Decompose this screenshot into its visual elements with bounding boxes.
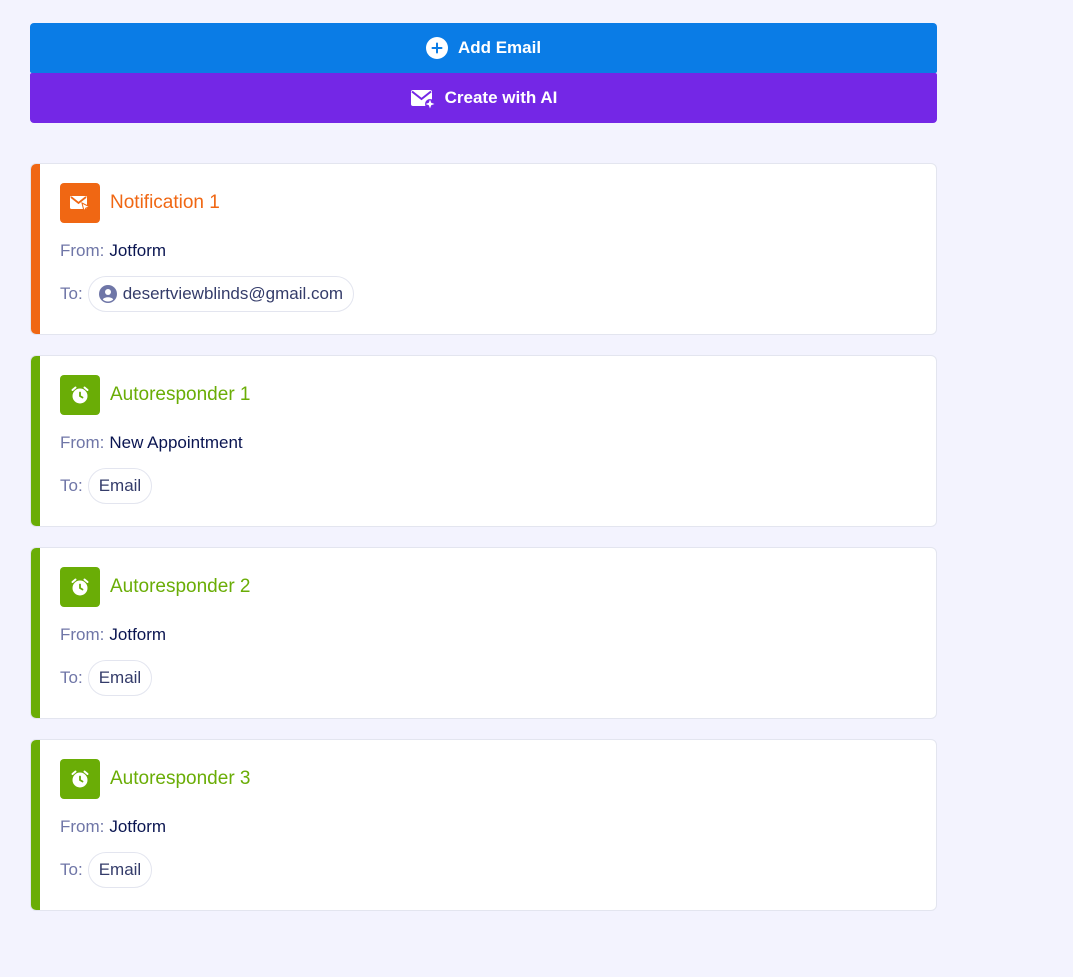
accent-bar [31,164,40,334]
envelope-bell-icon [60,183,100,223]
recipient-value: Email [98,668,142,687]
email-title: Autoresponder 1 [110,384,251,405]
email-title: Autoresponder 2 [110,576,251,597]
to-label: To: [60,668,83,687]
email-list: Notification 1 From: Jotform To: desertvi… [30,163,937,911]
create-with-ai-label: Create with AI [444,88,558,107]
from-row: From: Jotform [60,817,166,837]
from-label: From: [60,817,105,836]
to-row: To: Email [60,660,153,696]
from-value: Jotform [109,817,167,836]
email-card-autoresponder-1[interactable]: Autoresponder 1 From: New Appointment To:… [30,355,937,527]
from-row: From: Jotform [60,241,166,261]
to-label: To: [60,284,83,303]
from-value: Jotform [109,625,167,644]
emails-panel: Add Email Create with AI Notification 1 … [30,23,937,931]
accent-bar [31,356,40,526]
user-circle-icon [98,285,117,303]
plus-circle-icon [425,37,448,59]
email-card-notification-1[interactable]: Notification 1 From: Jotform To: desertvi… [30,163,937,335]
recipient-value: Email [98,860,142,879]
recipient-value: Email [98,476,142,495]
email-card-autoresponder-3[interactable]: Autoresponder 3 From: Jotform To: Email [30,739,937,911]
to-row: To: desertviewblinds@gmail.com [60,276,355,312]
accent-bar [31,740,40,910]
from-label: From: [60,433,105,452]
recipient-chip[interactable]: Email [87,468,153,504]
from-value: Jotform [109,241,167,260]
add-email-label: Add Email [457,38,542,57]
alarm-clock-icon [60,567,100,607]
to-label: To: [60,476,83,495]
accent-bar [31,548,40,718]
add-email-button[interactable]: Add Email [30,23,937,73]
to-row: To: Email [60,468,153,504]
alarm-clock-icon [60,375,100,415]
recipient-chip[interactable]: desertviewblinds@gmail.com [87,276,355,312]
email-title: Notification 1 [110,192,220,213]
recipient-value: desertviewblinds@gmail.com [122,284,344,303]
email-title: Autoresponder 3 [110,768,251,789]
to-row: To: Email [60,852,153,888]
recipient-chip[interactable]: Email [87,660,153,696]
create-with-ai-button[interactable]: Create with AI [30,73,937,123]
from-value: New Appointment [109,433,243,452]
alarm-clock-icon [60,759,100,799]
from-row: From: New Appointment [60,433,243,453]
email-card-autoresponder-2[interactable]: Autoresponder 2 From: Jotform To: Email [30,547,937,719]
from-row: From: Jotform [60,625,166,645]
to-label: To: [60,860,83,879]
recipient-chip[interactable]: Email [87,852,153,888]
envelope-sparkle-icon [410,87,436,109]
from-label: From: [60,625,105,644]
from-label: From: [60,241,105,260]
